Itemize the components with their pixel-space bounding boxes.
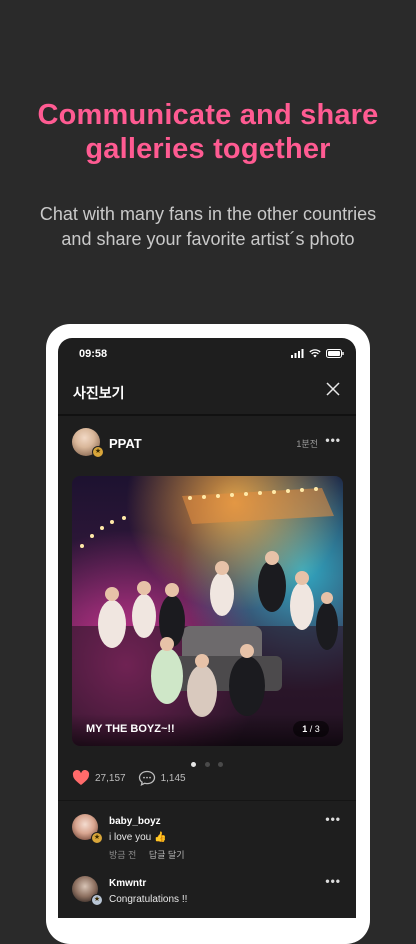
post-photo[interactable]: MY THE BOYZ~!! 1 / 3 <box>72 476 343 746</box>
status-time: 09:58 <box>79 348 108 360</box>
comment-time: 방금 전 <box>109 850 137 860</box>
carousel-dot[interactable] <box>191 762 197 767</box>
carousel-dot[interactable] <box>217 762 223 767</box>
comment-item: ★ Kmwntr Congratulations !! ••• <box>58 874 356 918</box>
comment-count: 1,145 <box>160 772 186 784</box>
reply-link[interactable]: 답글 달기 <box>149 850 185 860</box>
phone-screen: 09:58 사진보기 ★ PPAT 1분전 ••• MY THE BOYZ~!!… <box>58 338 356 918</box>
comment-item: ★ baby_boyz i love you 👍 방금 전 답글 달기 ••• <box>58 812 356 872</box>
status-bar: 09:58 <box>58 338 356 370</box>
post-author[interactable]: PPAT <box>109 436 142 451</box>
comment-more-icon[interactable]: ••• <box>325 874 341 888</box>
promo-subtitle: Chat with many fans in the other countri… <box>0 202 416 252</box>
heart-icon[interactable] <box>72 770 90 786</box>
carousel-dot[interactable] <box>204 762 210 767</box>
post-time: 1분전 <box>296 439 318 449</box>
top-bar: 사진보기 <box>58 370 356 414</box>
section-divider <box>58 800 356 801</box>
subtitle-line-1: Chat with many fans in the other countri… <box>39 204 377 224</box>
user-badge-icon: ★ <box>91 894 103 906</box>
page-title: 사진보기 <box>73 385 125 401</box>
headline-line-1: Communicate and share <box>37 99 379 131</box>
photo-caption: MY THE BOYZ~!! <box>86 723 175 735</box>
signal-icon <box>291 349 304 358</box>
comment-text: i love you 👍 <box>109 832 166 843</box>
header-divider <box>58 414 356 416</box>
comment-icon[interactable] <box>138 770 156 786</box>
close-icon[interactable] <box>324 380 342 398</box>
user-badge-icon: ★ <box>91 832 103 844</box>
more-options-icon[interactable]: ••• <box>325 433 341 447</box>
post-header: ★ PPAT 1분전 ••• <box>58 426 356 462</box>
wifi-icon <box>309 349 321 358</box>
photo-image <box>72 476 343 746</box>
comment-author[interactable]: baby_boyz <box>109 816 161 827</box>
photo-index: 1 <box>302 724 308 734</box>
photo-counter: 1 / 3 <box>293 721 329 737</box>
post-reactions: 27,157 1,145 <box>72 768 198 788</box>
thumbs-up-icon: 👍 <box>154 832 167 843</box>
promo-headline: Communicate and share galleries together <box>0 98 416 166</box>
battery-icon <box>326 349 344 358</box>
subtitle-line-2: and share your favorite artist´s photo <box>61 229 355 249</box>
like-count: 27,157 <box>95 772 126 784</box>
photo-total: / 3 <box>309 724 320 734</box>
headline-line-2: galleries together <box>85 133 331 165</box>
comment-body: i love you <box>109 832 152 843</box>
comment-more-icon[interactable]: ••• <box>325 812 341 826</box>
comment-author[interactable]: Kmwntr <box>109 878 146 889</box>
author-badge-icon: ★ <box>92 446 104 458</box>
